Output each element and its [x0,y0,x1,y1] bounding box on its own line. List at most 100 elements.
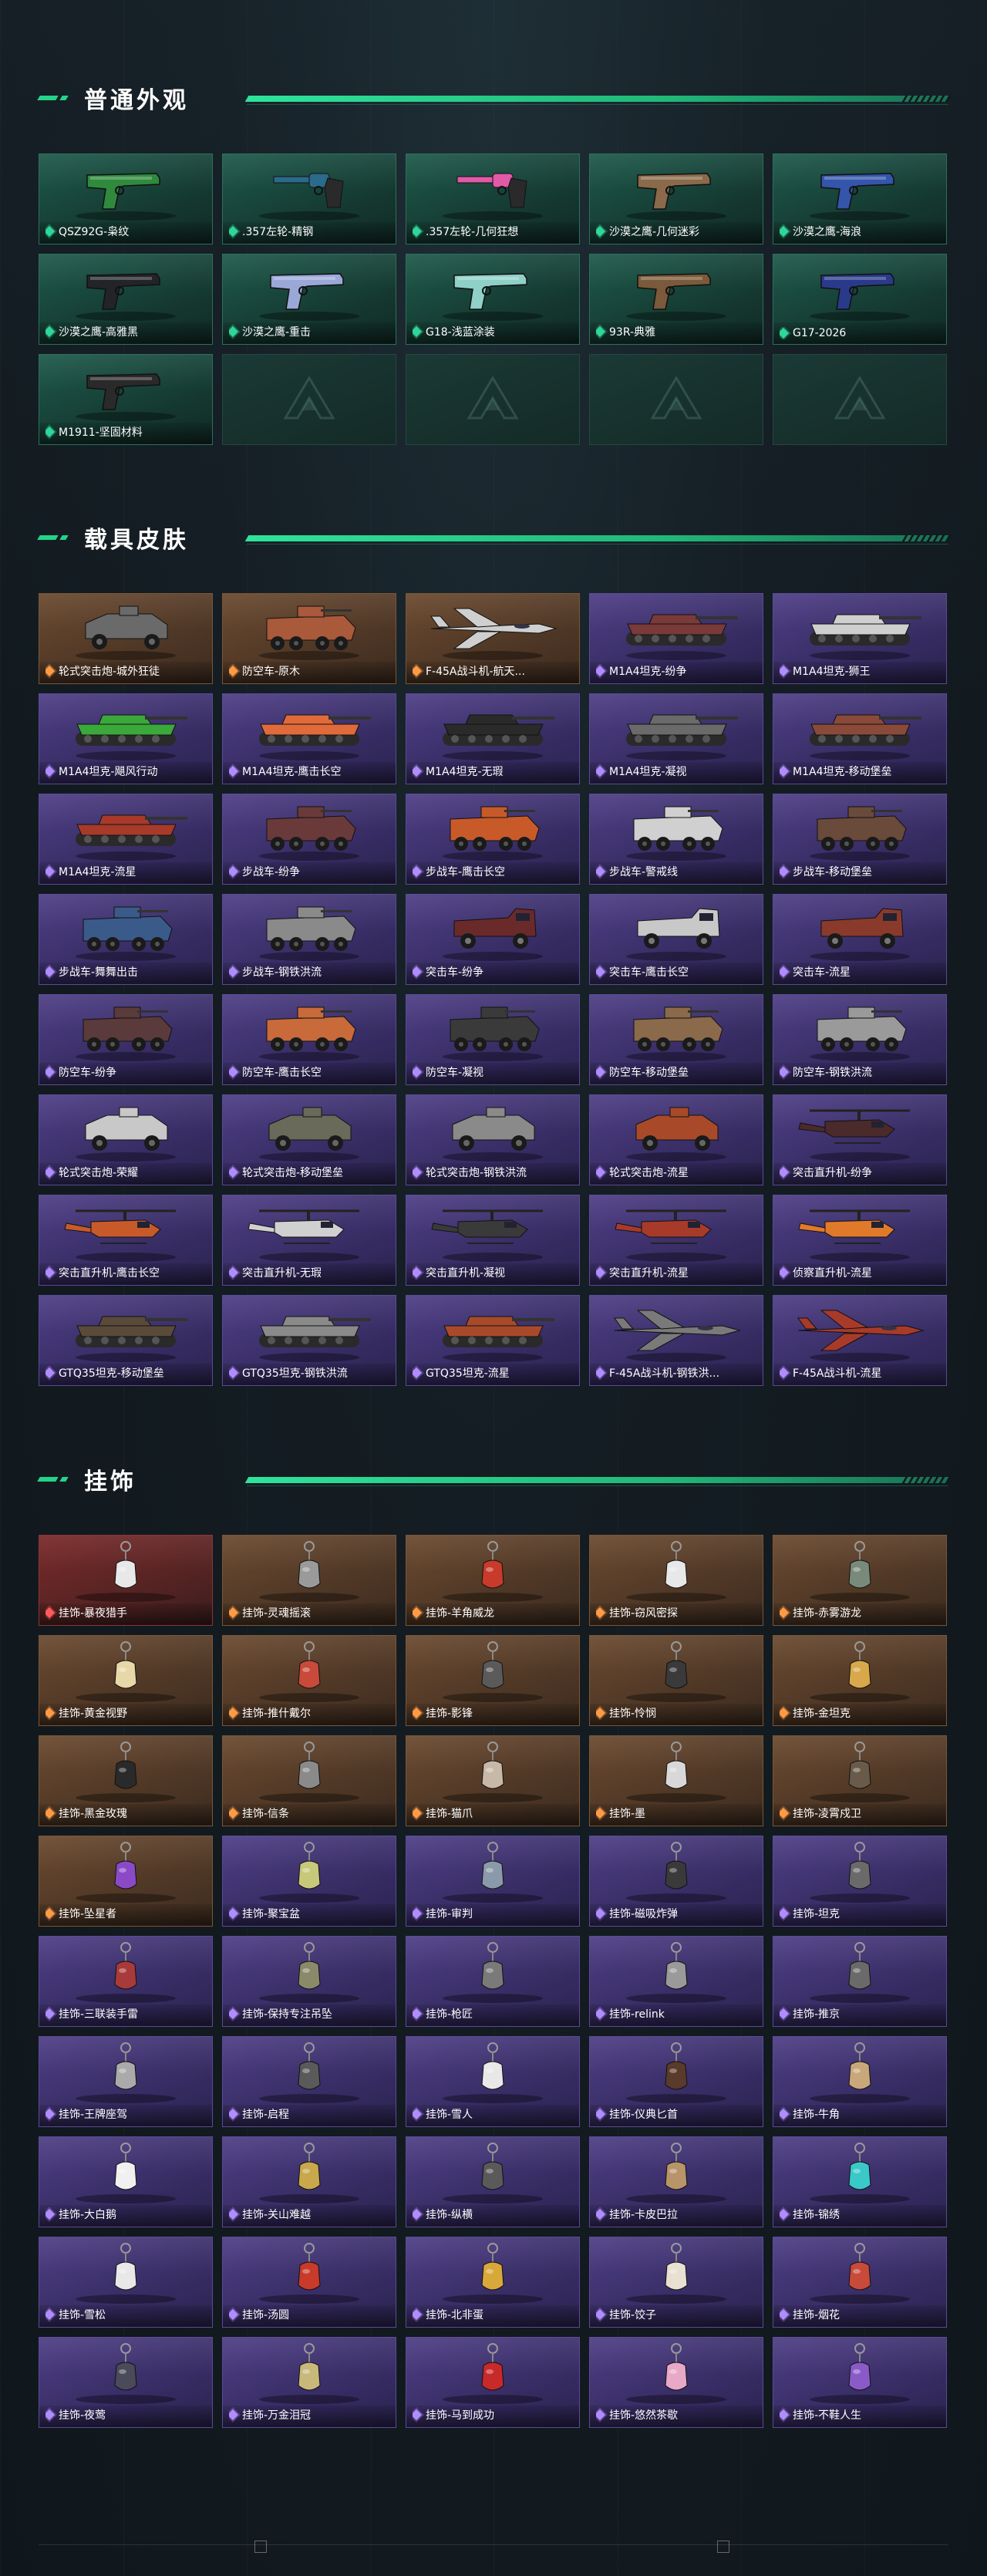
item-card[interactable]: 挂饰-黄金视野 [39,1635,213,1726]
item-card[interactable]: 步战车-舞舞出击 [39,894,213,985]
item-card[interactable]: M1A4坦克-飓风行动 [39,693,213,784]
item-card[interactable]: 挂饰-大白鹅 [39,2136,213,2227]
item-card[interactable]: GTQ35坦克-钢铁洪流 [222,1295,396,1386]
item-card[interactable]: M1A4坦克-凝视 [589,693,763,784]
item-card[interactable]: 挂饰-枪匠 [406,1936,580,2027]
item-card[interactable]: M1A4坦克-移动堡垒 [773,693,947,784]
item-card[interactable]: 挂饰-关山难越 [222,2136,396,2227]
item-card[interactable]: 防空车-纷争 [39,994,213,1085]
item-card[interactable]: 步战车-鹰击长空 [406,794,580,885]
item-card[interactable]: 突击直升机-流星 [589,1195,763,1286]
item-card[interactable]: 防空车-钢铁洪流 [773,994,947,1085]
item-card[interactable]: 轮式突击炮-荣耀 [39,1094,213,1185]
item-card[interactable]: 挂饰-怜悯 [589,1635,763,1726]
item-card[interactable]: 突击车-鹰击长空 [589,894,763,985]
item-card[interactable]: 沙漠之鹰-几何迷彩 [589,153,763,244]
item-card[interactable]: M1A4坦克-纷争 [589,593,763,684]
item-card[interactable]: 挂饰-推什戴尔 [222,1635,396,1726]
item-card[interactable]: M1A4坦克-鹰击长空 [222,693,396,784]
item-card[interactable]: 防空车-凝视 [406,994,580,1085]
item-card[interactable]: 轮式突击炮-流星 [589,1094,763,1185]
item-card[interactable]: M1A4坦克-狮王 [773,593,947,684]
item-card[interactable]: 侦察直升机-流星 [773,1195,947,1286]
item-card[interactable]: 挂饰-磁吸炸弹 [589,1836,763,1927]
header-bar [244,1477,951,1483]
item-card[interactable]: 突击直升机-凝视 [406,1195,580,1286]
item-card[interactable]: 突击车-纷争 [406,894,580,985]
item-card[interactable]: 挂饰-牛角 [773,2036,947,2127]
item-card[interactable]: 轮式突击炮-钢铁洪流 [406,1094,580,1185]
item-card[interactable]: G18-浅蓝涂装 [406,254,580,345]
item-card[interactable]: 挂饰-纵横 [406,2136,580,2227]
item-card[interactable]: 挂饰-relink [589,1936,763,2027]
item-card[interactable]: 防空车-原木 [222,593,396,684]
item-card[interactable]: G17-2026 [773,254,947,345]
item-card[interactable]: 挂饰-王牌座驾 [39,2036,213,2127]
item-card[interactable]: 挂饰-保持专注吊坠 [222,1936,396,2027]
item-name: 挂饰-饺子 [609,2309,657,2321]
item-card[interactable]: 挂饰-三联装手雷 [39,1936,213,2027]
item-card[interactable]: GTQ35坦克-流星 [406,1295,580,1386]
item-card[interactable]: 防空车-鹰击长空 [222,994,396,1085]
item-card[interactable]: M1911-坚固材料 [39,354,213,445]
item-card[interactable]: 挂饰-信条 [222,1735,396,1826]
item-card[interactable]: 挂饰-马到成功 [406,2337,580,2428]
rarity-diamond-icon [45,865,56,878]
item-card[interactable]: F-45A战斗机-流星 [773,1295,947,1386]
item-card[interactable]: F-45A战斗机-钢铁洪... [589,1295,763,1386]
item-card[interactable]: 挂饰-卡皮巴拉 [589,2136,763,2227]
item-card[interactable]: 挂饰-雪人 [406,2036,580,2127]
item-card[interactable]: 步战车-移动堡垒 [773,794,947,885]
item-card[interactable]: 突击直升机-纷争 [773,1094,947,1185]
item-card[interactable]: 挂饰-北非蛋 [406,2237,580,2328]
item-card[interactable]: M1A4坦克-流星 [39,794,213,885]
item-card[interactable]: 93R-典雅 [589,254,763,345]
item-card[interactable]: 防空车-移动堡垒 [589,994,763,1085]
item-card[interactable]: .357左轮-几何狂想 [406,153,580,244]
item-card[interactable]: 挂饰-万金泪冠 [222,2337,396,2428]
item-card[interactable]: 挂饰-仪典匕首 [589,2036,763,2127]
item-card[interactable]: 挂饰-不鞋人生 [773,2337,947,2428]
item-card[interactable]: 挂饰-墨 [589,1735,763,1826]
item-card[interactable]: 挂饰-审判 [406,1836,580,1927]
item-card[interactable]: GTQ35坦克-移动堡垒 [39,1295,213,1386]
item-card[interactable]: 沙漠之鹰-重击 [222,254,396,345]
item-card[interactable]: M1A4坦克-无瑕 [406,693,580,784]
item-card[interactable]: 挂饰-坦克 [773,1836,947,1927]
item-card[interactable]: 挂饰-坠星者 [39,1836,213,1927]
item-card[interactable]: 挂饰-锦绣 [773,2136,947,2227]
item-card[interactable]: 挂饰-赤雾游龙 [773,1535,947,1626]
item-card[interactable]: 挂饰-黑金玫瑰 [39,1735,213,1826]
item-card[interactable]: 挂饰-夜莺 [39,2337,213,2428]
item-card[interactable]: 挂饰-猫爪 [406,1735,580,1826]
item-card[interactable]: 步战车-警戒线 [589,794,763,885]
item-card[interactable]: 轮式突击炮-城外狂徒 [39,593,213,684]
item-card[interactable]: 挂饰-暴夜猎手 [39,1535,213,1626]
item-card[interactable]: 挂饰-羊角威龙 [406,1535,580,1626]
item-card[interactable]: 突击车-流星 [773,894,947,985]
item-card[interactable]: .357左轮-精钢 [222,153,396,244]
item-card[interactable]: 挂饰-饺子 [589,2237,763,2328]
item-card[interactable]: 步战车-纷争 [222,794,396,885]
item-card[interactable]: 突击直升机-无瑕 [222,1195,396,1286]
item-card[interactable]: 沙漠之鹰-高雅黑 [39,254,213,345]
item-card[interactable]: 挂饰-烟花 [773,2237,947,2328]
item-card[interactable]: 挂饰-汤圆 [222,2237,396,2328]
item-card[interactable]: 沙漠之鹰-海浪 [773,153,947,244]
item-card[interactable]: QSZ92G-枭纹 [39,153,213,244]
item-card[interactable]: 挂饰-灵魂摇滚 [222,1535,396,1626]
item-card[interactable]: 挂饰-雪松 [39,2237,213,2328]
rarity-diamond-icon [229,1707,239,1719]
item-card[interactable]: 挂饰-悠然茶歇 [589,2337,763,2428]
item-card[interactable]: 挂饰-凌霄戍卫 [773,1735,947,1826]
item-card[interactable]: 挂饰-窃风密探 [589,1535,763,1626]
item-card[interactable]: 步战车-钢铁洪流 [222,894,396,985]
item-card[interactable]: F-45A战斗机-航天... [406,593,580,684]
item-card[interactable]: 挂饰-影锋 [406,1635,580,1726]
item-card[interactable]: 轮式突击炮-移动堡垒 [222,1094,396,1185]
item-card[interactable]: 挂饰-聚宝盆 [222,1836,396,1927]
item-card[interactable]: 突击直升机-鹰击长空 [39,1195,213,1286]
item-card[interactable]: 挂饰-推京 [773,1936,947,2027]
item-card[interactable]: 挂饰-金坦克 [773,1635,947,1726]
item-card[interactable]: 挂饰-启程 [222,2036,396,2127]
